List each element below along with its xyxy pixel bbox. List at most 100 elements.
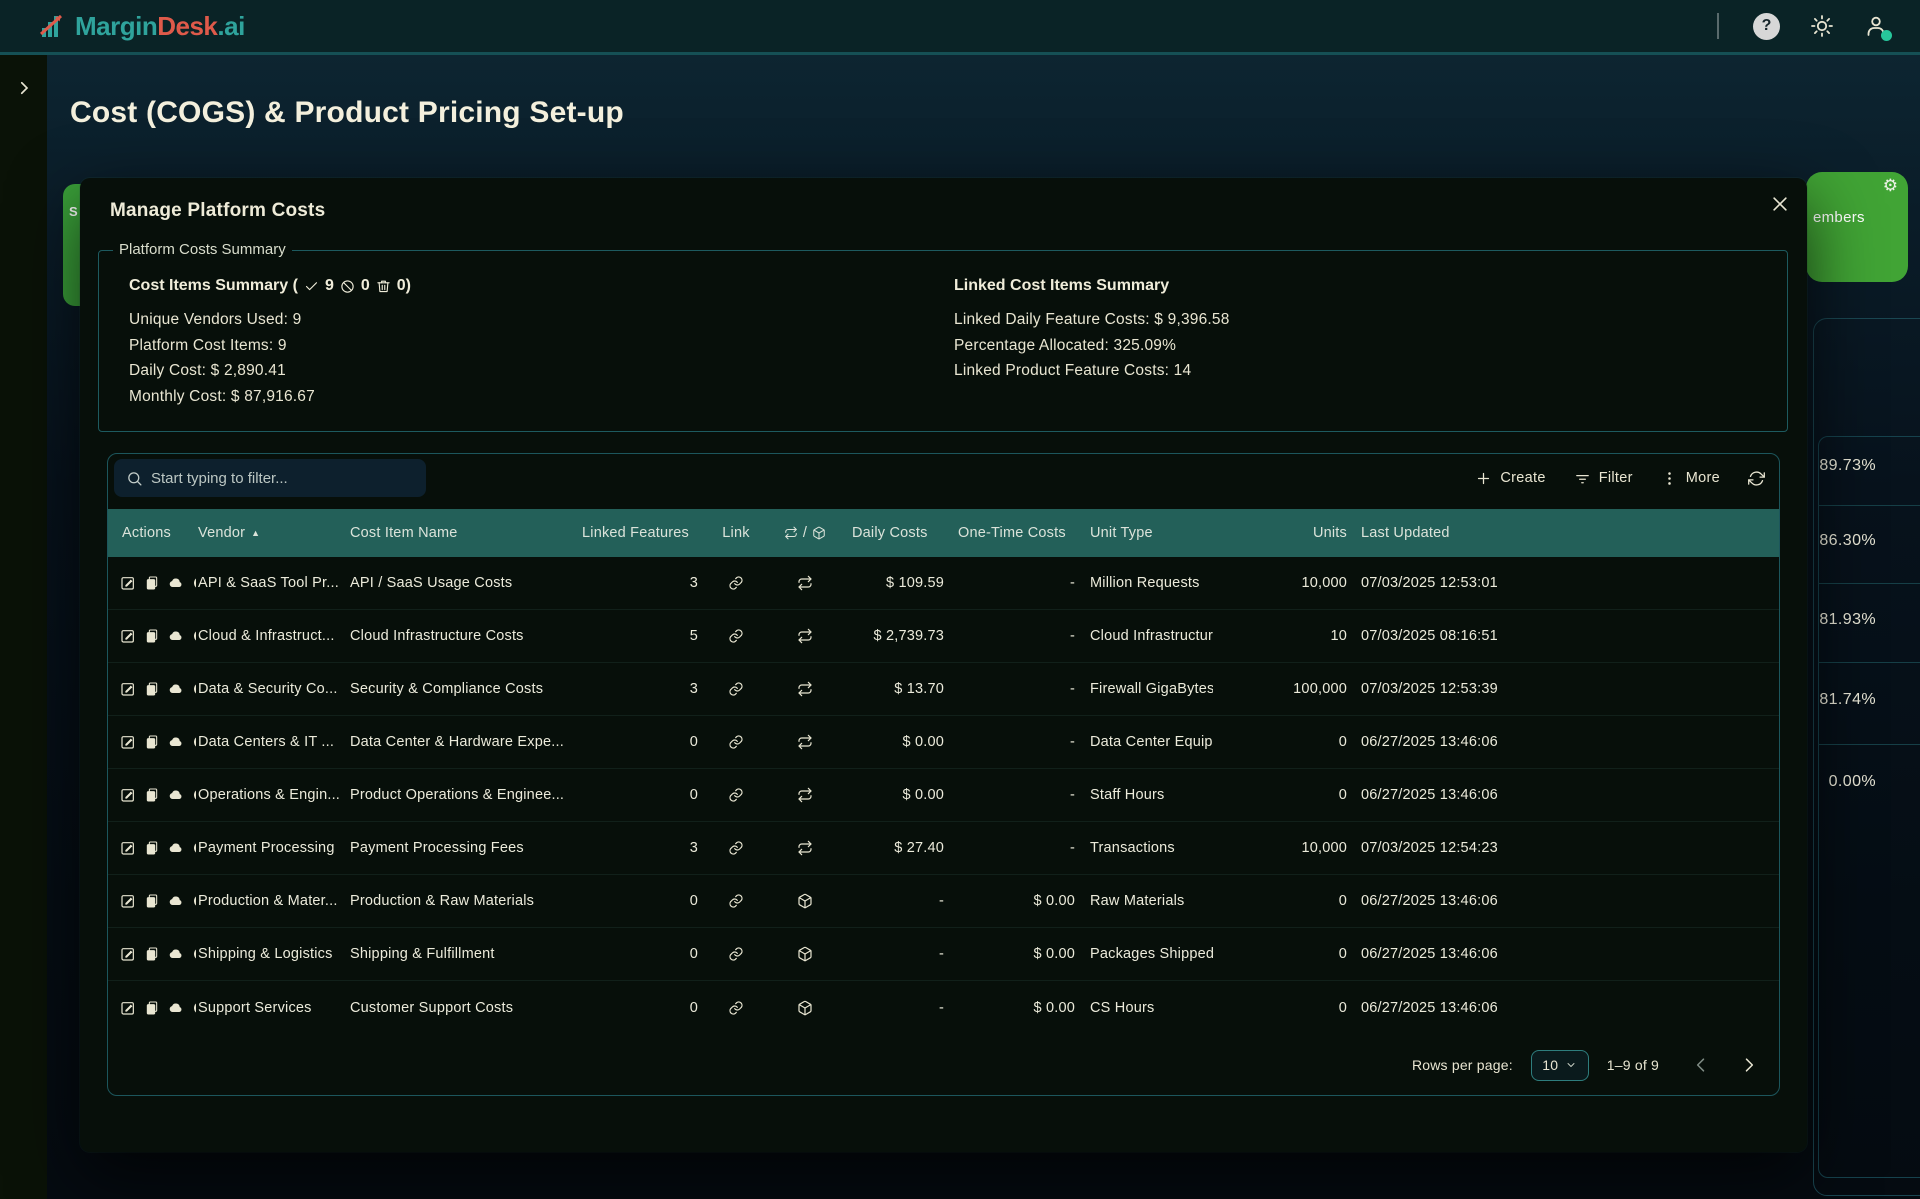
rows-per-page-select[interactable]: 10 <box>1531 1050 1589 1081</box>
table-header-row: ActionsVendor▲Cost Item NameLinked Featu… <box>108 509 1779 557</box>
row-actions <box>108 575 196 591</box>
column-header-one-time-costs[interactable]: One-Time Costs <box>950 525 1083 541</box>
row-actions <box>108 734 196 750</box>
duplicate-icon[interactable] <box>144 893 160 909</box>
edit-icon[interactable] <box>120 628 136 644</box>
table-row: API & SaaS Tool Pr...API / SaaS Usage Co… <box>108 557 1779 610</box>
cost-items-summary-lines: Unique Vendors Used: 9Platform Cost Item… <box>129 307 411 409</box>
filter-button[interactable]: Filter <box>1574 470 1633 487</box>
table-body: API & SaaS Tool Pr...API / SaaS Usage Co… <box>108 557 1779 1034</box>
duplicate-icon[interactable] <box>144 681 160 697</box>
create-button[interactable]: Create <box>1475 470 1545 487</box>
link-icon[interactable] <box>728 787 744 803</box>
edit-icon[interactable] <box>120 946 136 962</box>
link-icon[interactable] <box>728 628 744 644</box>
summary-line: Daily Cost: $ 2,890.41 <box>129 358 411 384</box>
edit-icon[interactable] <box>120 575 136 591</box>
vendor-cell: Operations & Engin... <box>196 787 348 803</box>
link-cell <box>706 840 766 856</box>
blocked-icon <box>340 279 355 294</box>
gear-icon[interactable]: ⚙ <box>1883 176 1898 196</box>
previous-page-icon[interactable] <box>1691 1055 1711 1075</box>
link-icon[interactable] <box>728 734 744 750</box>
column-header-last-updated[interactable]: Last Updated <box>1349 525 1779 541</box>
link-icon[interactable] <box>728 893 744 909</box>
daily-costs-cell: - <box>844 893 950 909</box>
link-cell <box>706 1000 766 1016</box>
daily-costs-cell: $ 109.59 <box>844 575 950 591</box>
last-updated-cell: 06/27/2025 13:46:06 <box>1349 1000 1779 1016</box>
one-time-costs-cell: $ 0.00 <box>950 1000 1083 1016</box>
cloud-icon[interactable] <box>168 840 184 856</box>
column-header-daily-costs[interactable]: Daily Costs <box>844 525 950 541</box>
units-cell: 0 <box>1213 946 1349 962</box>
link-icon[interactable] <box>728 681 744 697</box>
edit-icon[interactable] <box>120 734 136 750</box>
cloud-icon[interactable] <box>168 787 184 803</box>
user-profile-icon[interactable] <box>1864 14 1888 38</box>
duplicate-icon[interactable] <box>144 787 160 803</box>
cloud-icon[interactable] <box>168 1000 184 1016</box>
more-button[interactable]: More <box>1661 470 1720 487</box>
duplicate-icon[interactable] <box>144 734 160 750</box>
sidebar-expand-chevron-icon[interactable] <box>15 79 33 97</box>
cloud-icon[interactable] <box>168 575 184 591</box>
link-icon[interactable] <box>728 575 744 591</box>
duplicate-icon[interactable] <box>144 946 160 962</box>
filter-search-box[interactable] <box>114 459 426 497</box>
help-icon[interactable]: ? <box>1753 13 1780 40</box>
units-cell: 10,000 <box>1213 575 1349 591</box>
row-actions <box>108 946 196 962</box>
last-updated-cell: 07/03/2025 12:53:01 <box>1349 575 1779 591</box>
pagination-bar: Rows per page: 10 1–9 of 9 <box>1412 1045 1759 1085</box>
duplicate-icon[interactable] <box>144 628 160 644</box>
link-icon[interactable] <box>728 946 744 962</box>
row-actions <box>108 1000 196 1016</box>
cost-item-name-cell: Payment Processing Fees <box>348 840 570 856</box>
members-button-label: embers <box>1813 209 1865 226</box>
cloud-icon[interactable] <box>168 946 184 962</box>
row-actions <box>108 893 196 909</box>
duplicate-icon[interactable] <box>144 575 160 591</box>
column-header-units[interactable]: Units <box>1213 525 1349 541</box>
cost-item-name-cell: Cloud Infrastructure Costs <box>348 628 570 644</box>
edit-icon[interactable] <box>120 681 136 697</box>
cost-item-name-cell: Data Center & Hardware Expe... <box>348 734 570 750</box>
cloud-icon[interactable] <box>168 628 184 644</box>
chevron-down-icon <box>1565 1059 1577 1071</box>
edit-icon[interactable] <box>120 787 136 803</box>
cloud-icon[interactable] <box>168 681 184 697</box>
column-header-unit-type[interactable]: Unit Type <box>1083 525 1213 541</box>
duplicate-icon[interactable] <box>144 1000 160 1016</box>
logo-text: MarginDesk.ai <box>75 11 245 42</box>
column-header-linked-features[interactable]: Linked Features <box>570 525 706 541</box>
cost-item-name-cell: Production & Raw Materials <box>348 893 570 909</box>
package-icon <box>797 1000 813 1016</box>
edit-icon[interactable] <box>120 893 136 909</box>
recurring-icon <box>797 840 813 856</box>
daily-costs-cell: $ 0.00 <box>844 734 950 750</box>
column-header-cost-item-name[interactable]: Cost Item Name <box>348 525 570 541</box>
edit-icon[interactable] <box>120 1000 136 1016</box>
close-icon[interactable] <box>1770 194 1790 214</box>
background-card-separator <box>1818 662 1920 663</box>
vendor-cell: Shipping & Logistics <box>196 946 348 962</box>
link-icon[interactable] <box>728 1000 744 1016</box>
link-icon[interactable] <box>728 840 744 856</box>
cost-mode-cell <box>766 628 844 644</box>
refresh-button[interactable] <box>1748 470 1765 487</box>
table-row: Cloud & Infrastruct...Cloud Infrastructu… <box>108 610 1779 663</box>
background-members-button-fragment[interactable]: ⚙ embers <box>1806 172 1908 282</box>
cloud-icon[interactable] <box>168 734 184 750</box>
cost-item-name-cell: API / SaaS Usage Costs <box>348 575 570 591</box>
next-page-icon[interactable] <box>1739 1055 1759 1075</box>
theme-sun-icon[interactable] <box>1810 14 1834 38</box>
cloud-icon[interactable] <box>168 893 184 909</box>
edit-icon[interactable] <box>120 840 136 856</box>
column-header-vendor[interactable]: Vendor▲ <box>196 525 348 541</box>
search-input[interactable] <box>151 470 426 487</box>
background-card-separator <box>1818 583 1920 584</box>
column-header-link: Link <box>706 525 766 541</box>
unit-type-cell: Firewall GigaBytes <box>1083 681 1213 697</box>
duplicate-icon[interactable] <box>144 840 160 856</box>
